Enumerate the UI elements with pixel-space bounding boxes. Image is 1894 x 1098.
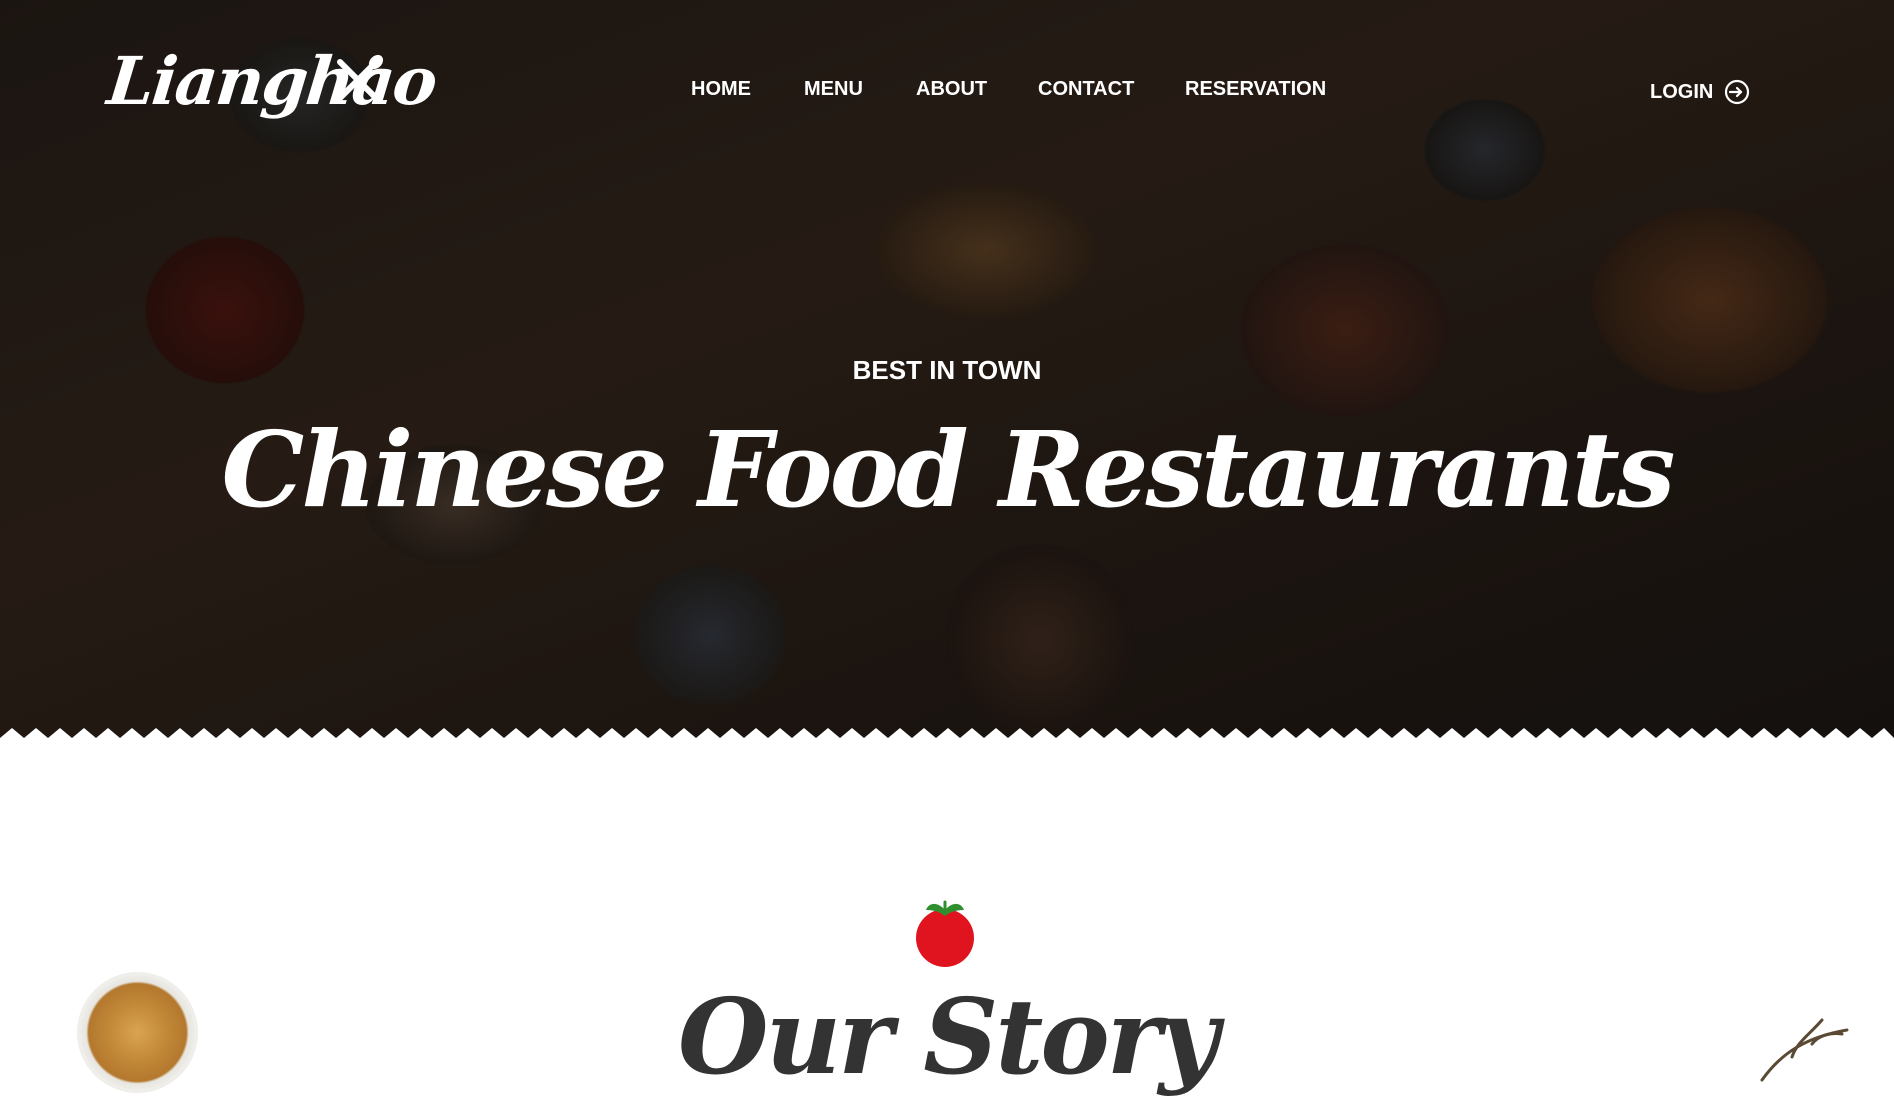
nav-about[interactable]: ABOUT: [916, 78, 987, 101]
nav-menu[interactable]: MENU: [804, 78, 863, 101]
fork-knife-icon: [335, 54, 384, 103]
section-title: Our Story: [678, 975, 1219, 1098]
hero-eyebrow: BEST IN TOWN: [852, 355, 1042, 385]
nav-contact[interactable]: CONTACT: [1038, 78, 1134, 101]
herb-sprig-image: [1760, 1018, 1849, 1082]
nav-home[interactable]: HOME: [691, 78, 751, 101]
login-label: LOGIN: [1650, 80, 1714, 103]
login-arrow-icon: [1725, 79, 1750, 105]
login-button[interactable]: LOGIN: [1650, 78, 1751, 106]
zigzag-divider: [0, 728, 1894, 748]
nav-reservation[interactable]: RESERVATION: [1185, 78, 1326, 101]
tomato-icon: [916, 900, 974, 967]
hero-headline: Chinese Food Restaurants: [221, 408, 1676, 531]
brand-logo[interactable]: Lianghao: [104, 42, 439, 120]
